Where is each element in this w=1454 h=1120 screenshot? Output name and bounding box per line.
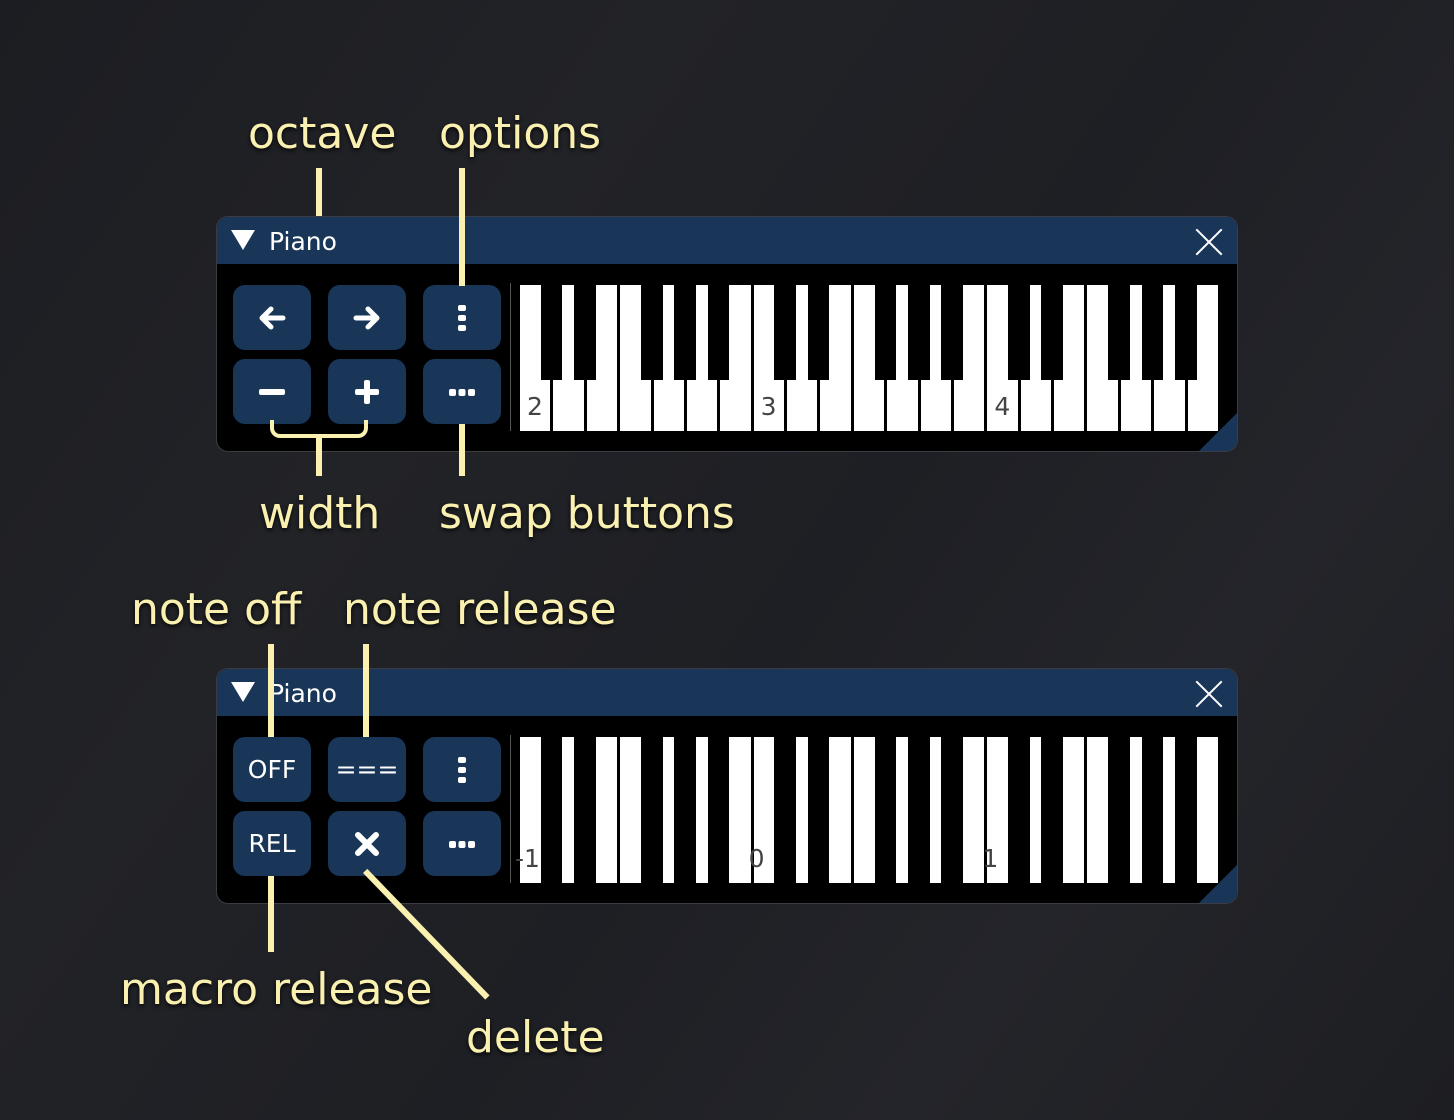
black-key[interactable] (774, 737, 797, 883)
width-decrease-button[interactable] (233, 359, 311, 424)
piano-window-bottom: Piano OFF === REL -1 0 1 (216, 668, 1238, 904)
black-key[interactable] (1108, 285, 1130, 380)
octave-label: 0 (748, 844, 765, 873)
titlebar[interactable]: Piano (217, 217, 1237, 264)
window-title: Piano (269, 679, 337, 708)
delete-button[interactable] (328, 811, 406, 876)
note-release-button[interactable]: === (328, 737, 406, 802)
titlebar[interactable]: Piano (217, 669, 1237, 716)
width-increase-button[interactable] (328, 359, 406, 424)
macro-release-leader-line (268, 876, 274, 952)
octave-label: 3 (760, 392, 777, 421)
swap-leader-line (459, 424, 465, 476)
black-key[interactable] (874, 285, 897, 380)
annotation-note-release: note release (343, 584, 617, 635)
note-off-leader-line (268, 644, 274, 737)
black-key[interactable] (674, 737, 696, 883)
resize-grip[interactable] (1199, 413, 1237, 451)
octave-label: 1 (982, 844, 999, 873)
divider (510, 283, 511, 431)
black-key[interactable] (1141, 737, 1164, 883)
black-key[interactable] (941, 285, 963, 380)
annotation-macro-release: macro release (120, 964, 433, 1015)
plus-icon (355, 379, 379, 404)
piano-keyboard[interactable]: 2 3 4 (519, 285, 1220, 431)
piano-keyboard[interactable]: -1 0 1 (515, 737, 1220, 883)
octave-up-button[interactable] (328, 285, 406, 350)
black-key[interactable] (807, 737, 830, 883)
close-icon[interactable] (1195, 680, 1223, 708)
black-key[interactable] (1174, 737, 1197, 883)
octave-down-button[interactable] (233, 285, 311, 350)
collapse-triangle-icon[interactable] (231, 230, 255, 250)
arrow-left-icon (259, 306, 286, 329)
minus-icon (259, 388, 285, 395)
note-off-button[interactable]: OFF (233, 737, 311, 802)
options-leader-line (459, 168, 465, 286)
black-key[interactable] (640, 285, 663, 380)
black-key[interactable] (707, 737, 730, 883)
black-key[interactable] (1008, 737, 1030, 883)
swap-buttons-button[interactable] (423, 811, 501, 876)
close-icon[interactable] (1195, 228, 1223, 256)
black-key[interactable] (707, 285, 730, 380)
black-key[interactable] (540, 737, 563, 883)
x-icon (355, 831, 379, 856)
options-button[interactable] (423, 737, 501, 802)
black-key[interactable] (1008, 285, 1030, 380)
octave-label: 4 (994, 392, 1011, 421)
black-key[interactable] (540, 285, 563, 380)
note-release-leader-line (363, 644, 369, 737)
annotation-swap-buttons: swap buttons (439, 488, 735, 539)
window-title: Piano (269, 227, 337, 256)
black-key[interactable] (1141, 285, 1164, 380)
annotation-options: options (439, 108, 602, 159)
note-off-label: OFF (247, 755, 297, 784)
black-key[interactable] (1041, 285, 1064, 380)
note-release-label: === (335, 755, 399, 784)
octave-label: 2 (527, 392, 543, 421)
piano-window-top: Piano 2 3 4 (216, 216, 1238, 452)
black-key[interactable] (874, 737, 897, 883)
macro-release-label: REL (248, 829, 296, 858)
swap-buttons-button[interactable] (423, 359, 501, 424)
black-key[interactable] (907, 737, 930, 883)
black-key[interactable] (1108, 737, 1130, 883)
octave-label: -1 (515, 844, 540, 873)
black-key[interactable] (574, 737, 596, 883)
macro-release-button[interactable]: REL (233, 811, 311, 876)
black-key[interactable] (907, 285, 930, 380)
black-key[interactable] (674, 285, 696, 380)
options-icon (458, 304, 466, 331)
black-key[interactable] (640, 737, 663, 883)
annotation-note-off: note off (131, 584, 302, 635)
annotation-octave: octave (248, 108, 397, 159)
arrow-right-icon (353, 306, 380, 329)
black-key[interactable] (1174, 285, 1197, 380)
more-horizontal-icon (449, 840, 475, 848)
options-icon (458, 756, 466, 783)
more-horizontal-icon (449, 388, 475, 396)
black-key[interactable] (1041, 737, 1064, 883)
divider (510, 735, 511, 883)
resize-grip[interactable] (1199, 865, 1237, 903)
options-button[interactable] (423, 285, 501, 350)
annotation-delete: delete (466, 1012, 605, 1063)
black-key[interactable] (774, 285, 797, 380)
collapse-triangle-icon[interactable] (231, 682, 255, 702)
black-key[interactable] (941, 737, 963, 883)
black-key[interactable] (807, 285, 830, 380)
annotation-width: width (259, 488, 381, 539)
width-leader-line (316, 436, 322, 476)
black-key[interactable] (574, 285, 596, 380)
